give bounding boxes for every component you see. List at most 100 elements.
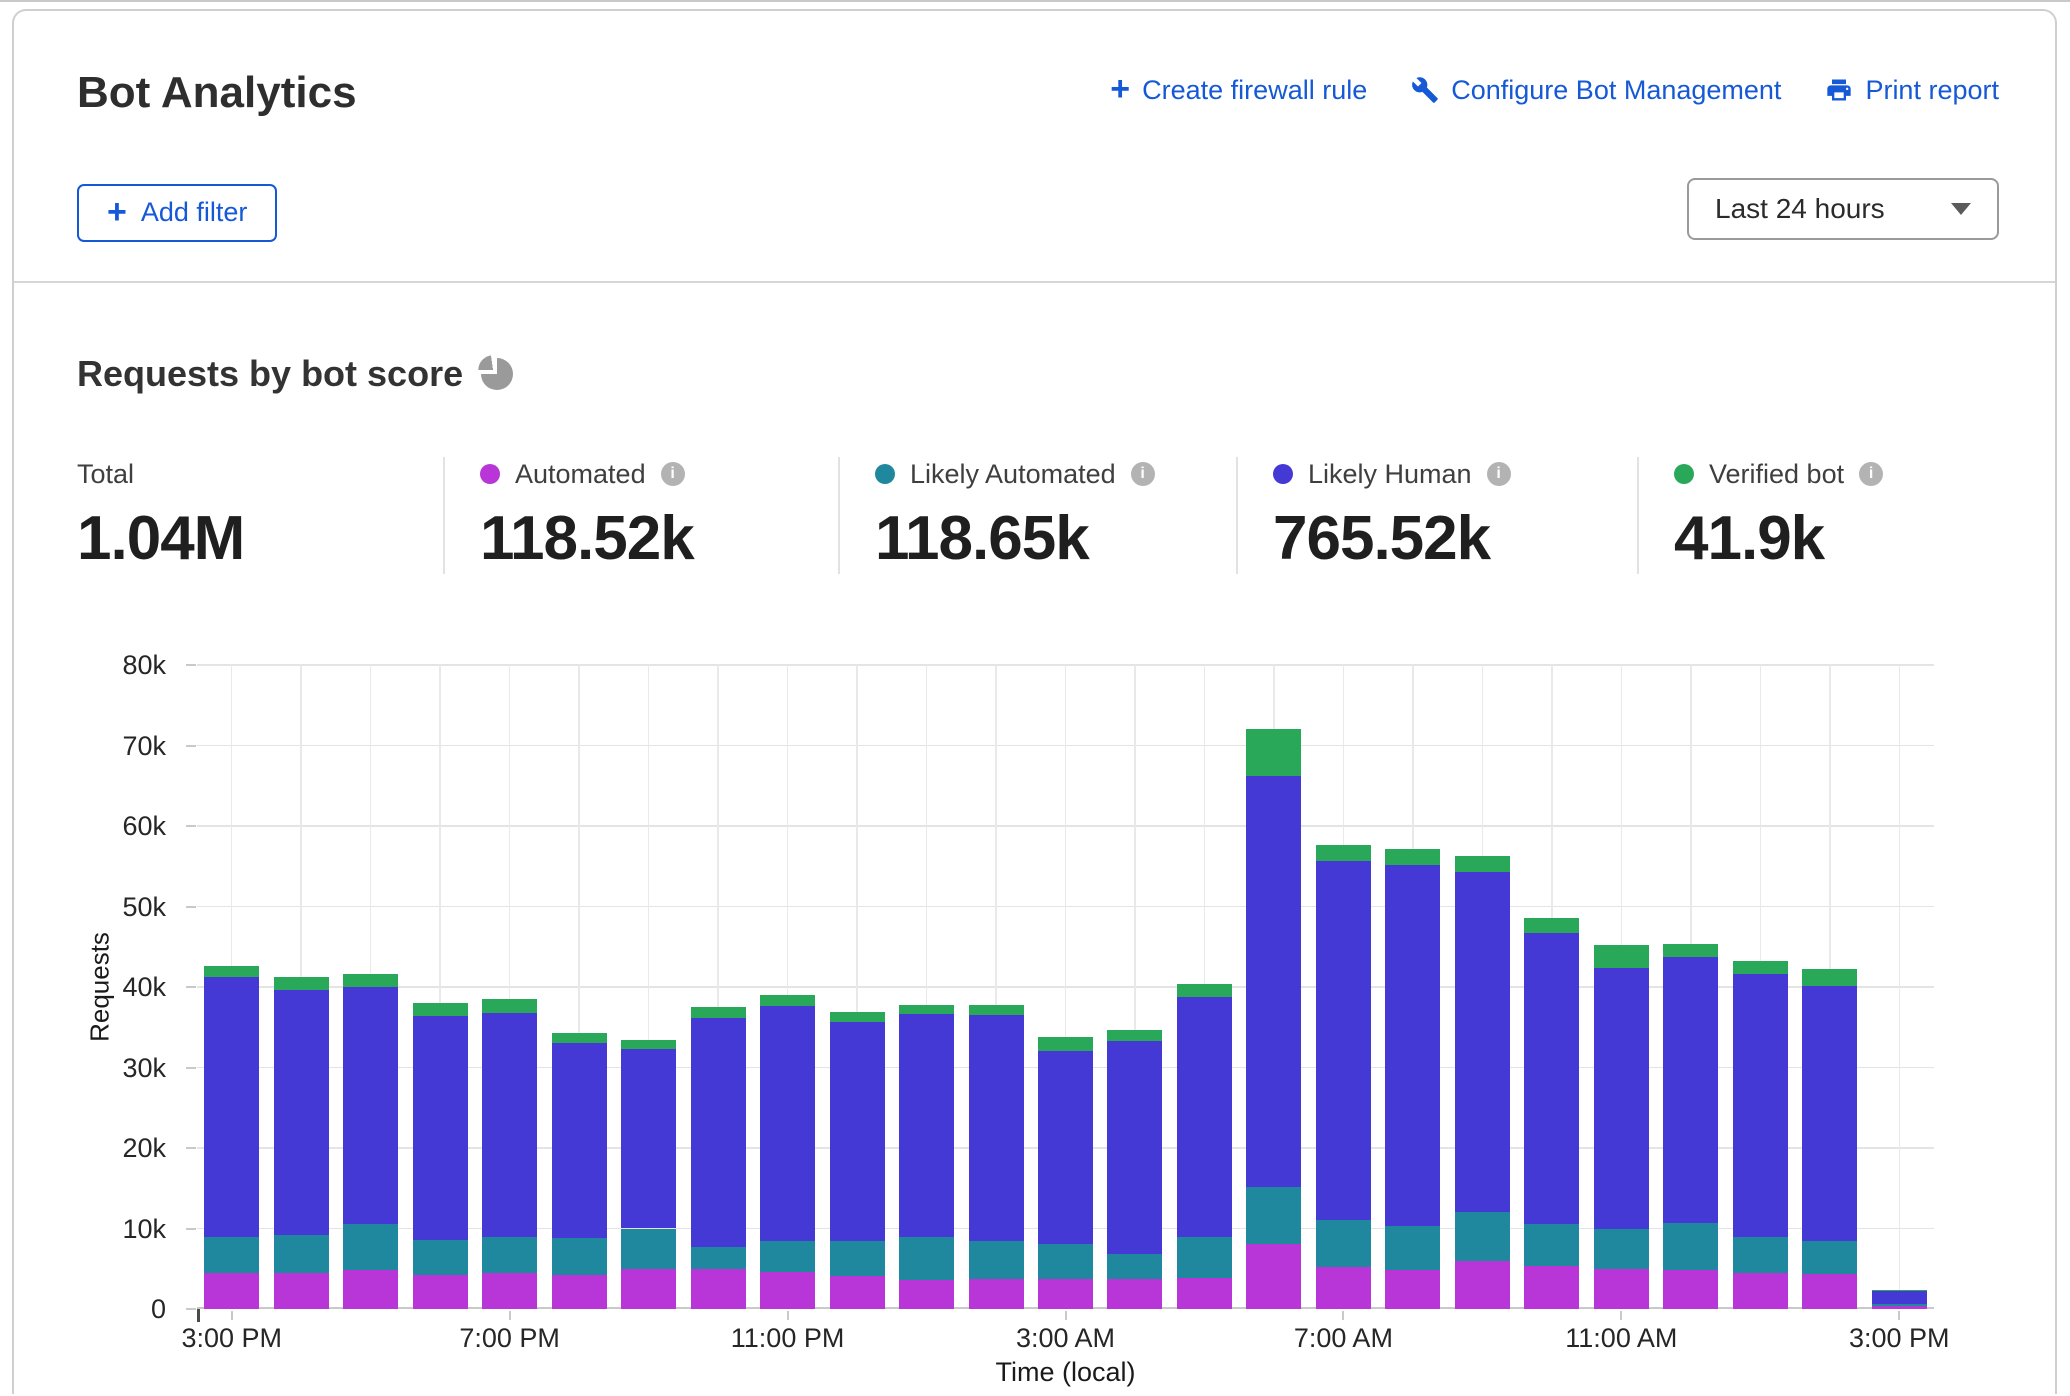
bar-segment-likely-automated xyxy=(1177,1237,1232,1278)
requests-by-bot-score-chart: Requests Time (local) 010k20k30k40k50k60… xyxy=(14,656,2055,1396)
stat-value: 118.65k xyxy=(875,503,1236,574)
bar-segment-likely-human xyxy=(552,1043,607,1238)
bar-segment-verified-bot xyxy=(552,1033,607,1043)
y-tick-mark xyxy=(186,825,196,827)
bar-segment-likely-automated xyxy=(274,1235,329,1273)
bar-segment-likely-automated xyxy=(204,1237,259,1273)
bar-segment-automated xyxy=(760,1272,815,1309)
bar-segment-verified-bot xyxy=(274,977,329,990)
header-actions: + Create firewall rule Configure Bot Man… xyxy=(1110,73,1999,107)
bar-segment-likely-human xyxy=(1663,957,1718,1223)
bar-segment-likely-human xyxy=(1733,974,1788,1236)
y-tick-label: 0 xyxy=(14,1293,166,1325)
bar-segment-automated xyxy=(621,1269,676,1309)
y-tick-label: 10k xyxy=(14,1213,166,1245)
create-firewall-rule-link[interactable]: + Create firewall rule xyxy=(1110,73,1367,107)
printer-icon xyxy=(1825,76,1853,104)
bar-segment-automated xyxy=(899,1280,954,1309)
bar-segment-likely-human xyxy=(691,1018,746,1247)
stat-value: 1.04M xyxy=(77,503,443,574)
y-tick-label: 40k xyxy=(14,971,166,1003)
bar-segment-automated xyxy=(274,1273,329,1309)
bar-segment-likely-human xyxy=(899,1014,954,1236)
bar-segment-likely-automated xyxy=(1524,1224,1579,1266)
y-tick-label: 20k xyxy=(14,1132,166,1164)
chart-plot[interactable] xyxy=(197,665,1934,1309)
bar-segment-verified-bot xyxy=(1663,944,1718,957)
y-tick-mark xyxy=(186,745,196,747)
bar-segment-automated xyxy=(1594,1269,1649,1309)
bar-segment-verified-bot xyxy=(1316,845,1371,861)
bar-segment-automated xyxy=(1107,1279,1162,1309)
stat-label: Likely Automated xyxy=(910,459,1116,490)
bar-segment-verified-bot xyxy=(691,1007,746,1017)
x-tick-label: 3:00 PM xyxy=(1789,1323,2009,1354)
bar-segment-verified-bot xyxy=(760,995,815,1005)
bar-segment-automated xyxy=(1455,1261,1510,1309)
info-icon[interactable]: i xyxy=(1487,462,1511,486)
bar-segment-verified-bot xyxy=(899,1005,954,1015)
bar-segment-likely-human xyxy=(1594,968,1649,1229)
bar-segment-verified-bot xyxy=(1733,961,1788,974)
bar-segment-automated xyxy=(1524,1266,1579,1309)
axis-origin-tick xyxy=(197,1309,200,1322)
bar-segment-likely-human xyxy=(1524,933,1579,1224)
automated-dot xyxy=(480,464,500,484)
y-tick-label: 70k xyxy=(14,730,166,762)
bar-segment-automated xyxy=(1246,1244,1301,1309)
stat-label: Automated xyxy=(515,459,646,490)
stat-value: 765.52k xyxy=(1273,503,1637,574)
stat-total: Total 1.04M xyxy=(14,457,443,574)
x-tick-label: 7:00 AM xyxy=(1233,1323,1453,1354)
bar-segment-automated xyxy=(969,1279,1024,1309)
configure-bot-management-link[interactable]: Configure Bot Management xyxy=(1411,75,1781,106)
bar-segment-likely-human xyxy=(413,1016,468,1240)
stat-label: Verified bot xyxy=(1709,459,1844,490)
bar-segment-likely-automated xyxy=(1872,1304,1927,1306)
bar-segment-likely-automated xyxy=(1663,1223,1718,1270)
bar-segment-likely-human xyxy=(343,987,398,1224)
x-tick-mark xyxy=(1065,1311,1067,1320)
info-icon[interactable]: i xyxy=(1859,462,1883,486)
y-tick-label: 80k xyxy=(14,649,166,681)
bar-segment-likely-automated xyxy=(482,1237,537,1273)
bar-segment-automated xyxy=(1872,1306,1927,1309)
plus-icon: + xyxy=(1110,72,1130,106)
x-tick-label: 11:00 AM xyxy=(1511,1323,1731,1354)
bar-segment-likely-automated xyxy=(1733,1237,1788,1273)
stat-label: Total xyxy=(77,459,134,490)
info-icon[interactable]: i xyxy=(1131,462,1155,486)
y-tick-mark xyxy=(186,1228,196,1230)
action-label: Create firewall rule xyxy=(1142,75,1367,106)
bar-segment-automated xyxy=(343,1270,398,1309)
bar-segment-verified-bot xyxy=(1455,856,1510,872)
bar-segment-automated xyxy=(1385,1270,1440,1309)
y-tick-mark xyxy=(186,1147,196,1149)
bar-segment-automated xyxy=(691,1269,746,1309)
bar-segment-likely-automated xyxy=(969,1241,1024,1279)
time-range-dropdown[interactable]: Last 24 hours xyxy=(1687,178,1999,240)
page-title: Bot Analytics xyxy=(77,67,357,120)
add-filter-button[interactable]: + Add filter xyxy=(77,184,277,242)
bar-segment-verified-bot xyxy=(621,1040,676,1049)
x-tick-label: 11:00 PM xyxy=(678,1323,898,1354)
bar-segment-verified-bot xyxy=(204,966,259,977)
info-icon[interactable]: i xyxy=(661,462,685,486)
print-report-link[interactable]: Print report xyxy=(1825,75,1999,106)
bar-segment-likely-human xyxy=(1802,986,1857,1240)
x-tick-mark xyxy=(509,1311,511,1320)
y-tick-label: 30k xyxy=(14,1052,166,1084)
x-axis-title: Time (local) xyxy=(197,1357,1934,1388)
x-tick-label: 7:00 PM xyxy=(400,1323,620,1354)
x-tick-label: 3:00 PM xyxy=(122,1323,342,1354)
stat-value: 118.52k xyxy=(480,503,838,574)
bar-segment-verified-bot xyxy=(1177,984,1232,998)
x-tick-mark xyxy=(787,1311,789,1320)
y-tick-mark xyxy=(186,986,196,988)
bar-segment-likely-human xyxy=(1038,1051,1093,1243)
bar-segment-likely-automated xyxy=(343,1224,398,1270)
y-tick-label: 60k xyxy=(14,810,166,842)
bot-analytics-card: Bot Analytics + Create firewall rule Con… xyxy=(12,9,2057,1394)
bar-segment-verified-bot xyxy=(413,1003,468,1016)
plus-icon: + xyxy=(107,195,127,229)
